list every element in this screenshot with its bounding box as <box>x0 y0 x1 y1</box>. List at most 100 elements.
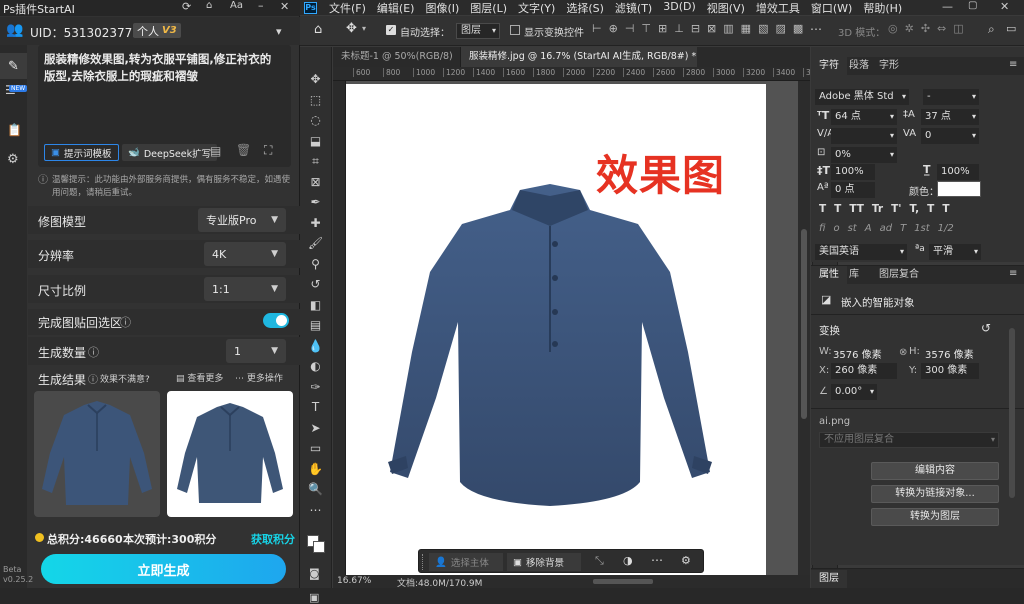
trash-icon[interactable]: 🗑 <box>236 143 251 157</box>
select-subject-button[interactable]: 👤 选择主体 <box>429 553 503 571</box>
align-bottom-icon[interactable]: ⊥ <box>674 22 684 35</box>
font-size-field[interactable]: 64 点 ▾ <box>831 109 897 125</box>
search-icon[interactable]: ⌕ <box>988 22 995 37</box>
canvas-area[interactable]: 效果图 👤 选择主体 ▣ 移除背景 ⤡ ◑ ⋯ ⚙ <box>346 81 798 575</box>
distribute-space-icon[interactable]: ▦ <box>741 22 751 35</box>
properties-scrollbar[interactable] <box>1009 328 1015 498</box>
background-color-swatch[interactable] <box>313 541 325 553</box>
eyedropper-tool-icon[interactable]: ✒ <box>304 192 328 212</box>
prompt-template-button[interactable]: ▣ 提示词模板 <box>44 144 119 161</box>
distribute-v-icon[interactable]: ⊠ <box>707 22 716 35</box>
menu-item[interactable]: 3D(D) <box>663 0 696 16</box>
opentype-button[interactable]: T <box>900 223 906 234</box>
result-thumbnail-original[interactable] <box>34 391 160 517</box>
paste-back-toggle[interactable] <box>263 313 289 328</box>
blur-tool-icon[interactable]: 💧 <box>304 336 328 356</box>
brush-tool-icon[interactable]: 🖌 <box>304 233 328 253</box>
remove-background-button[interactable]: ▣ 移除背景 <box>507 553 581 571</box>
tab-glyphs[interactable]: 字形 <box>871 57 907 75</box>
reset-transform-icon[interactable]: ↺ <box>981 321 991 335</box>
opentype-button[interactable]: o <box>833 223 839 234</box>
3d-scale-icon[interactable]: ◫ <box>953 22 963 35</box>
eraser-tool-icon[interactable]: ◧ <box>304 295 328 315</box>
dodge-tool-icon[interactable]: ◐ <box>304 356 328 376</box>
font-style-select[interactable]: - ▾ <box>923 89 979 105</box>
auto-select-checkbox[interactable]: ✓ <box>386 25 396 35</box>
edit-toolbar-icon[interactable]: ⋯ <box>304 500 328 520</box>
taskbar-grip[interactable] <box>422 554 425 570</box>
settings-gear-icon[interactable]: ⚙ <box>7 152 19 167</box>
horizontal-scroll-thumb[interactable] <box>593 579 653 584</box>
gradient-tool-icon[interactable]: ▤ <box>304 315 328 335</box>
align-middle-icon[interactable]: ⊞ <box>658 22 667 35</box>
link-icon[interactable]: ⊗ <box>899 347 907 358</box>
baseline-shift-field[interactable]: 0 点 <box>831 182 875 198</box>
screen-mode-icon[interactable]: ▣ <box>309 591 319 604</box>
opentype-button[interactable]: 1/2 <box>938 223 954 234</box>
move-tool-icon[interactable]: ✥ <box>346 21 357 36</box>
deepseek-expand-button[interactable]: 🐋 DeepSeek扩写 <box>122 144 218 161</box>
menu-item[interactable]: 图像(I) <box>425 0 459 16</box>
antialias-select[interactable]: 平滑 ▾ <box>929 244 981 260</box>
model-select[interactable]: 专业版Pro ▼ <box>198 208 286 232</box>
pen-tool-icon[interactable]: ✑ <box>304 377 328 397</box>
opentype-button[interactable]: ad <box>880 223 892 234</box>
angle-field[interactable]: 0.00° ▾ <box>831 384 877 400</box>
workspace-icon[interactable]: ▭ <box>1006 22 1016 35</box>
lasso-tool-icon[interactable]: ◌ <box>304 110 328 130</box>
transform-icon[interactable]: ⤡ <box>595 554 604 568</box>
kerning-field[interactable]: ▾ <box>831 128 897 144</box>
prompt-text[interactable]: 服装精修效果图,转为衣服平铺图,修正衬衣的版型,去除衣服上的瑕疵和褶皱 <box>44 51 282 85</box>
3d-rotate-icon[interactable]: ◎ <box>888 22 898 35</box>
type-style-button[interactable]: T <box>834 203 841 215</box>
3d-slide-icon[interactable]: ⇔ <box>937 22 946 35</box>
opentype-button[interactable]: fi <box>819 223 825 234</box>
panel-menu-icon[interactable]: ≡ <box>1009 59 1017 70</box>
frame-tool-icon[interactable]: ⊠ <box>304 172 328 192</box>
vertical-scrollbar[interactable] <box>798 81 810 575</box>
unsatisfied-link[interactable]: 效果不满意? <box>100 372 150 385</box>
horizontal-scale-field[interactable]: 100% <box>937 164 979 180</box>
distribute-icon[interactable]: ⊟ <box>691 22 700 35</box>
3d-roll-icon[interactable]: ✲ <box>905 22 914 35</box>
marquee-tool-icon[interactable]: ⬚ <box>304 90 328 110</box>
chevron-down-icon[interactable]: ▾ <box>362 24 366 33</box>
leading-field[interactable]: 37 点 ▾ <box>921 109 979 125</box>
more-options-icon[interactable]: ⋯ <box>810 22 822 36</box>
edit-contents-button[interactable]: 编辑内容 <box>871 462 999 480</box>
distribute-h-icon[interactable]: ▥ <box>723 22 733 35</box>
tsume-field[interactable]: 0% ▾ <box>831 147 897 163</box>
tab-clothing-retouch[interactable]: 服装精修.jpg @ 16.7% (StartAI AI生成, RGB/8#) … <box>461 47 697 82</box>
y-field[interactable]: 300 像素 <box>921 363 979 379</box>
history-brush-icon[interactable]: ↺ <box>304 274 328 294</box>
object-select-tool-icon[interactable]: ⬓ <box>304 131 328 151</box>
tab-layers[interactable]: 图层 <box>811 570 847 588</box>
align-right-icon[interactable]: ⊣ <box>625 22 635 35</box>
vertical-scale-field[interactable]: 100% <box>831 164 875 180</box>
zoom-tool-icon[interactable]: 🔍 <box>304 479 328 499</box>
3d-pan-icon[interactable]: ✣ <box>921 22 930 35</box>
opentype-button[interactable]: A <box>865 223 872 234</box>
font-family-select[interactable]: Adobe 黑体 Std ▾ <box>815 89 909 105</box>
type-style-button[interactable]: T, <box>910 203 920 215</box>
result-thumbnail-generated[interactable] <box>167 391 293 517</box>
menu-item[interactable]: 增效工具 <box>756 0 800 16</box>
menu-item[interactable]: 滤镜(T) <box>615 0 652 16</box>
close-icon[interactable]: ✕ <box>280 0 289 13</box>
layer-comp-select[interactable]: 不应用图层复合 ▾ <box>819 432 999 448</box>
taskbar-settings-icon[interactable]: ⚙ <box>681 554 691 567</box>
width-value[interactable]: 3576 像素 <box>833 346 882 361</box>
tab-untitled[interactable]: 未标题-1 @ 50%(RGB/8) × <box>333 47 461 82</box>
home-icon[interactable]: ⌂ <box>314 22 322 37</box>
type-tool-icon[interactable]: T <box>304 397 328 417</box>
type-style-button[interactable]: T' <box>891 203 901 215</box>
status-chevron-icon[interactable]: › <box>475 576 478 585</box>
move-tool-icon[interactable]: ✥ <box>304 69 328 89</box>
close-window-icon[interactable]: ✕ <box>1000 0 1009 13</box>
opentype-button[interactable]: 1st <box>914 223 930 234</box>
account-chevron-icon[interactable]: ▾ <box>276 25 282 38</box>
type-style-button[interactable]: T <box>942 203 949 215</box>
count-select[interactable]: 1 ▼ <box>226 339 286 363</box>
tab-layer-comps[interactable]: 图层复合 <box>871 266 927 284</box>
clipboard-icon[interactable]: 📋 <box>7 123 22 137</box>
